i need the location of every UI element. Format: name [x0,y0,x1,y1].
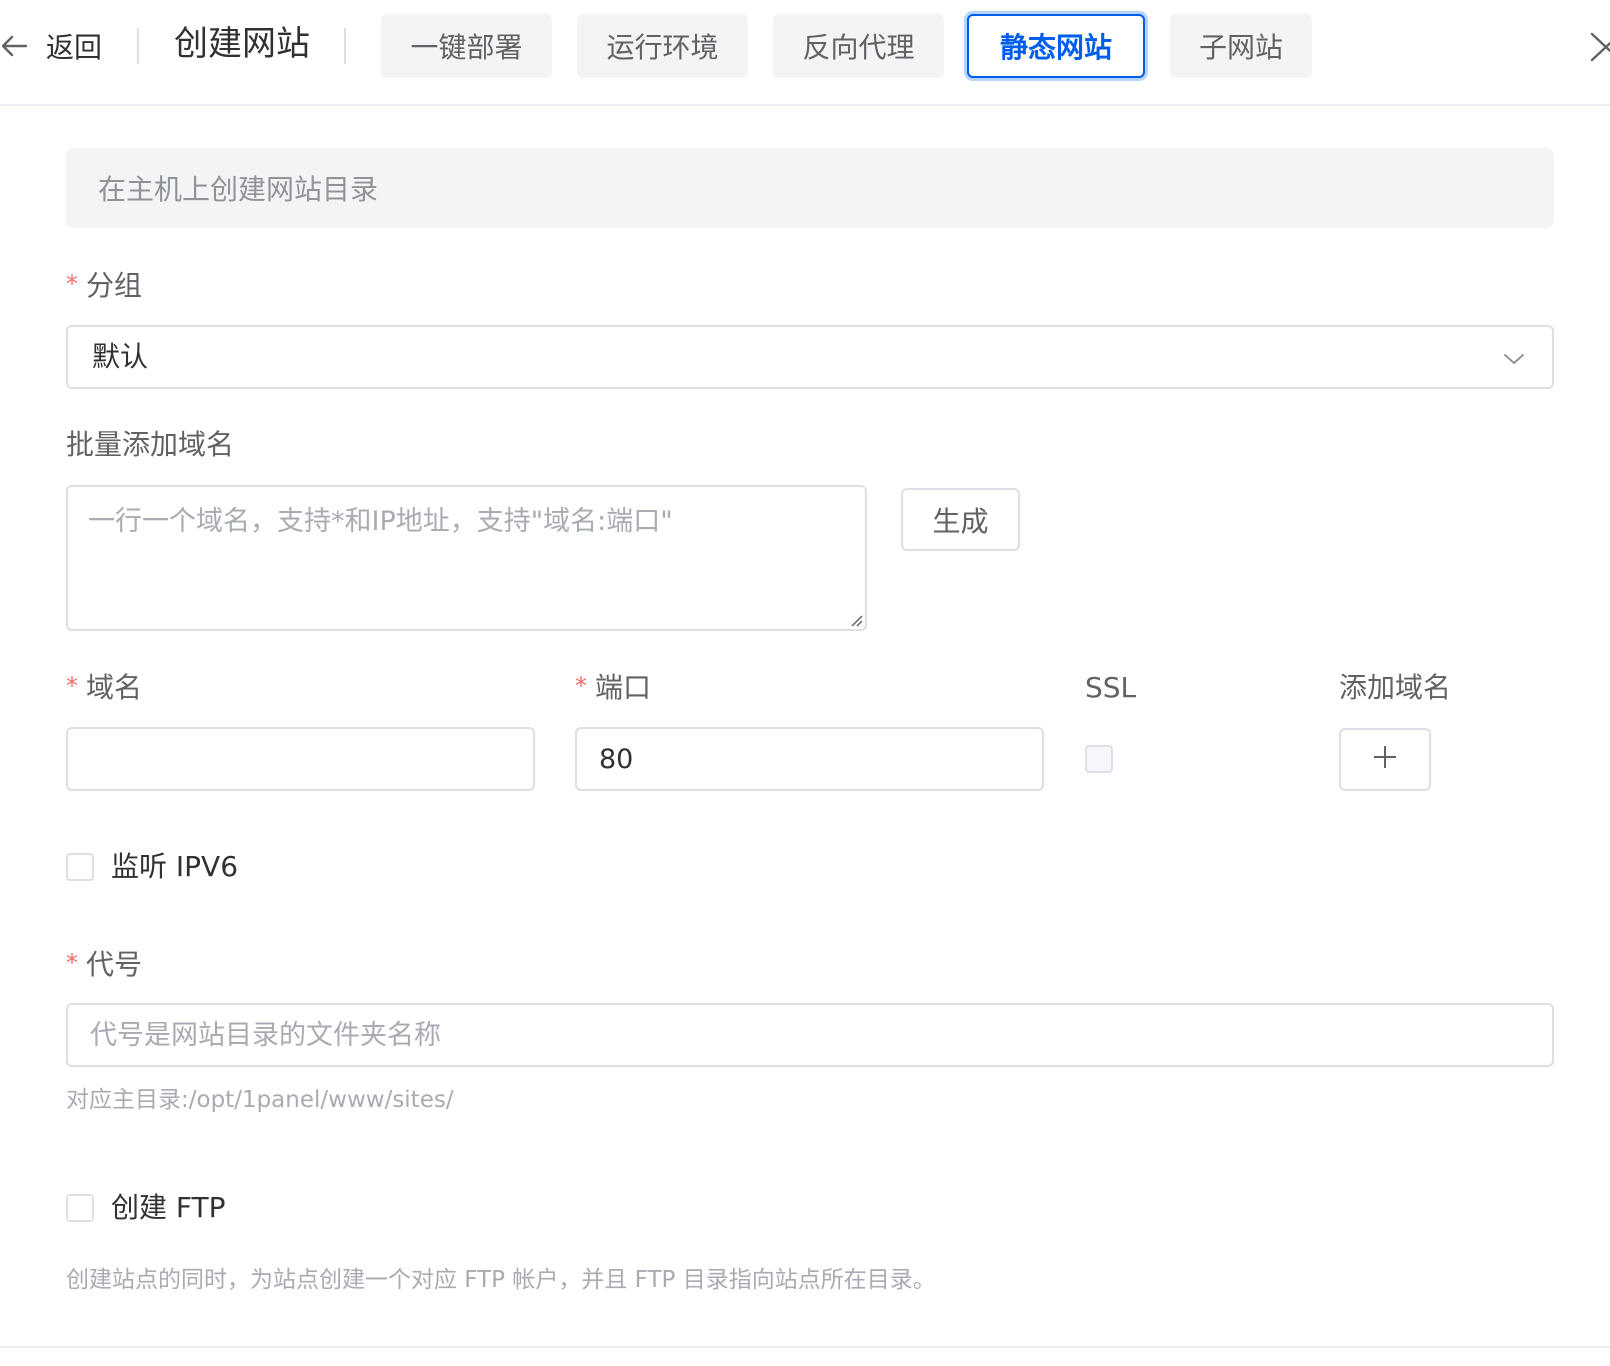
add-domain-label: 添加域名 [1339,671,1452,704]
create-ftp-label[interactable]: 创建 FTP [111,1188,226,1228]
ftp-hint: 创建站点的同时，为站点创建一个对应 FTP 帐户，并且 FTP 目录指向站点所在… [66,1267,936,1293]
footer-divider [0,1346,1610,1348]
divider [344,28,346,64]
tab-label: 静态网站 [999,31,1112,64]
group-label-text: 分组 [86,269,143,302]
generate-button[interactable]: 生成 [901,488,1020,551]
tab-label: 一键部署 [410,31,523,64]
generate-button-label: 生成 [932,504,989,538]
create-website-drawer: 返回 创建网站 一键部署 运行环境 反向代理 静态网站 子网站 在主机上创建网站… [0,0,1610,1366]
close-icon[interactable] [1590,30,1610,66]
info-notice: 在主机上创建网站目录 [66,148,1554,228]
domain-label-text: 域名 [86,671,143,704]
page-title: 创建网站 [174,24,310,64]
chevron-down-icon [1502,347,1526,375]
port-input[interactable] [575,727,1044,791]
back-label: 返回 [46,31,103,64]
notice-text: 在主机上创建网站目录 [98,173,379,206]
tab-label: 运行环境 [606,31,719,64]
group-label: * 分组 [66,266,142,307]
alias-label-text: 代号 [86,948,143,981]
divider [137,28,139,64]
required-mark: * [66,270,78,298]
port-label-text: 端口 [595,671,652,704]
required-mark: * [66,672,78,700]
arrow-left-icon [0,32,28,60]
tab-reverse-proxy[interactable]: 反向代理 [773,14,944,78]
alias-input[interactable] [66,1003,1554,1067]
batch-domains-label: 批量添加域名 [66,428,235,461]
required-mark: * [66,949,78,977]
ssl-label: SSL [1085,671,1137,704]
ipv6-label[interactable]: 监听 IPV6 [111,847,238,887]
required-mark: * [575,672,587,700]
ipv6-checkbox[interactable] [66,853,94,881]
group-select[interactable]: 默认 [66,325,1554,389]
alias-label: * 代号 [66,945,142,986]
tab-subsite[interactable]: 子网站 [1170,14,1312,78]
tab-label: 反向代理 [802,31,915,64]
drawer-header: 返回 创建网站 一键部署 运行环境 反向代理 静态网站 子网站 [0,0,1610,106]
back-button[interactable]: 返回 [0,20,102,72]
group-select-value: 默认 [92,340,149,373]
alias-hint: 对应主目录:/opt/1panel/www/sites/ [66,1087,454,1113]
tab-runtime[interactable]: 运行环境 [577,14,748,78]
domain-input[interactable] [66,727,535,791]
tab-static-website[interactable]: 静态网站 [967,14,1145,78]
resize-handle-icon[interactable] [848,612,864,632]
batch-domains-textarea[interactable] [66,485,867,631]
tab-one-click-deploy[interactable]: 一键部署 [381,14,552,78]
ssl-checkbox[interactable] [1085,745,1113,773]
domain-label: * 域名 [66,668,142,709]
tab-label: 子网站 [1198,31,1283,64]
port-label: * 端口 [575,668,651,709]
plus-icon [1373,743,1397,776]
create-ftp-checkbox[interactable] [66,1194,94,1222]
add-domain-button[interactable] [1339,728,1431,791]
